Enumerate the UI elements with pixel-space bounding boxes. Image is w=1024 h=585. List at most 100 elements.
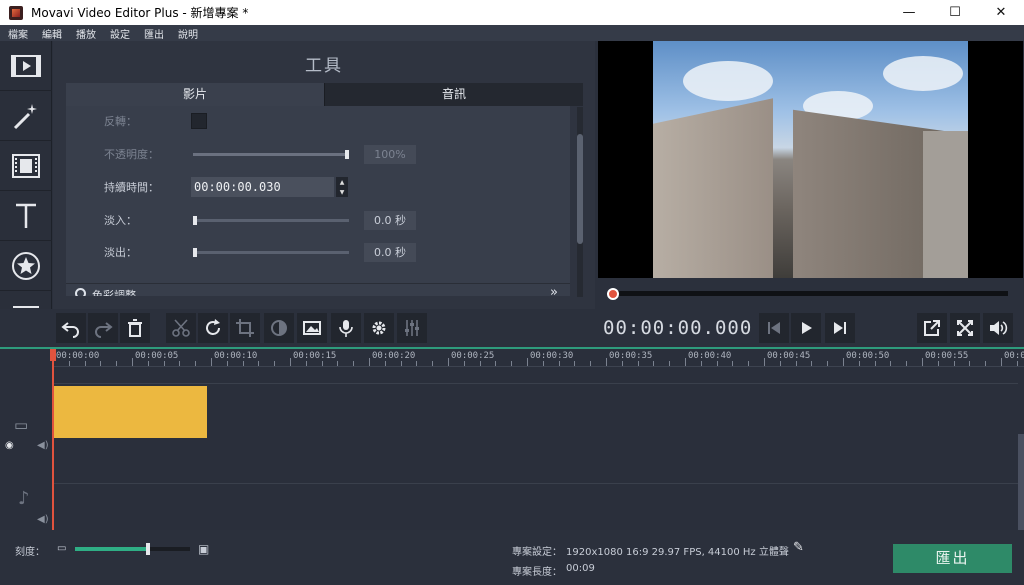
- export-button[interactable]: 匯出: [893, 544, 1012, 573]
- menu-playback[interactable]: 播放: [76, 26, 96, 41]
- menu-help[interactable]: 說明: [178, 26, 198, 41]
- opacity-slider[interactable]: [193, 149, 349, 159]
- titles-button[interactable]: [0, 191, 52, 241]
- edit-settings-pencil-icon[interactable]: ✎: [793, 540, 804, 555]
- next-frame-button[interactable]: [825, 313, 855, 343]
- fadeout-slider-knob[interactable]: [193, 247, 197, 257]
- rotate-icon: [206, 319, 220, 335]
- ruler-tick: [384, 361, 386, 366]
- fullscreen-button[interactable]: [950, 313, 980, 343]
- menu-edit[interactable]: 編輯: [42, 26, 62, 41]
- fadein-slider[interactable]: [193, 215, 349, 225]
- playhead-handle[interactable]: [50, 349, 56, 361]
- zoom-in-icon[interactable]: ▣: [198, 542, 209, 556]
- project-settings-value: 1920x1080 16:9 29.97 FPS, 44100 Hz 立體聲: [566, 547, 789, 558]
- ruler-tick: [621, 361, 623, 366]
- previous-frame-button[interactable]: [759, 313, 789, 343]
- ruler-tick: [479, 361, 481, 366]
- equalizer-button[interactable]: [397, 313, 427, 343]
- duration-input[interactable]: 00:00:00.030: [191, 177, 334, 197]
- clip-properties-button[interactable]: [364, 313, 394, 343]
- panel-scrollbar[interactable]: [577, 107, 583, 297]
- skip-forward-icon: [834, 322, 846, 334]
- edit-toolbar: 00:00:00.000: [0, 309, 1024, 347]
- eye-icon[interactable]: ◉: [5, 440, 14, 451]
- ruler-tick: [653, 361, 655, 366]
- timeline-scrollbar[interactable]: [1018, 434, 1024, 532]
- tools-tabs: 影片 音訊: [66, 83, 583, 106]
- filters-button[interactable]: [0, 91, 52, 141]
- track-speaker-icon[interactable]: ◀): [37, 440, 49, 451]
- audio-track[interactable]: [52, 484, 1018, 531]
- timeline: 00:00:00 00:00:05 00:00:10 00:00:15 00:00:20…: [0, 347, 1024, 532]
- fadein-slider-knob[interactable]: [193, 215, 197, 225]
- skip-back-icon: [768, 322, 780, 334]
- ruler-tick: [764, 358, 765, 366]
- import-button[interactable]: [0, 41, 52, 91]
- sticker-star-icon: [12, 251, 40, 280]
- menu-export[interactable]: 匯出: [144, 26, 164, 41]
- color-adjust-section[interactable]: 色彩調整 »: [66, 283, 570, 296]
- play-button[interactable]: [791, 313, 821, 343]
- preview-scrubber[interactable]: [598, 278, 1023, 309]
- reverse-row: 反轉：: [66, 110, 570, 132]
- ruler-tick-label: 00:00:40: [688, 351, 732, 361]
- timeline-ruler[interactable]: 00:00:00 00:00:05 00:00:10 00:00:15 00:00:20…: [52, 349, 1024, 367]
- playhead[interactable]: [52, 349, 54, 531]
- fadeout-value[interactable]: 0.0 秒: [364, 242, 416, 262]
- empty-track-header: [0, 367, 52, 383]
- spin-up-icon[interactable]: ▲: [340, 179, 345, 186]
- tab-video[interactable]: 影片: [66, 83, 324, 106]
- split-button[interactable]: [166, 313, 196, 343]
- opacity-label: 不透明度：: [104, 148, 159, 161]
- rotate-button[interactable]: [198, 313, 228, 343]
- duration-spinner[interactable]: ▲ ▼: [336, 177, 348, 197]
- panel-scrollbar-thumb[interactable]: [577, 134, 583, 244]
- tab-audio[interactable]: 音訊: [324, 83, 583, 106]
- maximize-button[interactable]: ☐: [932, 0, 978, 25]
- color-adjust-icon: [75, 288, 86, 296]
- image-icon: [303, 321, 321, 335]
- ruler-tick: [606, 358, 607, 366]
- close-button[interactable]: ✕: [978, 0, 1024, 25]
- trash-icon: [128, 319, 142, 337]
- popout-preview-button[interactable]: [917, 313, 947, 343]
- record-voice-button[interactable]: [331, 313, 361, 343]
- fadein-value[interactable]: 0.0 秒: [364, 210, 416, 230]
- ruler-tick: [732, 361, 734, 366]
- redo-button[interactable]: [88, 313, 118, 343]
- crop-button[interactable]: [230, 313, 260, 343]
- zoom-out-icon[interactable]: ▭: [57, 543, 66, 554]
- ruler-tick: [890, 361, 892, 366]
- expand-chevron-icon[interactable]: »: [550, 285, 558, 296]
- volume-button[interactable]: [983, 313, 1013, 343]
- equalizer-icon: [405, 320, 419, 336]
- ruler-tick: [305, 361, 307, 366]
- menu-file[interactable]: 檔案: [8, 26, 28, 41]
- opacity-slider-knob[interactable]: [345, 149, 349, 159]
- video-clip[interactable]: [54, 386, 207, 438]
- scrubber-knob[interactable]: [607, 288, 619, 300]
- fadeout-label: 淡出：: [104, 246, 137, 259]
- minimize-button[interactable]: —: [886, 0, 932, 25]
- zoom-slider-knob[interactable]: [146, 543, 151, 555]
- ruler-tick: [132, 358, 133, 366]
- undo-button[interactable]: [56, 313, 86, 343]
- delete-button[interactable]: [120, 313, 150, 343]
- transitions-button[interactable]: [0, 141, 52, 191]
- color-adjust-button[interactable]: [264, 313, 294, 343]
- title-track[interactable]: [52, 367, 1018, 384]
- reverse-checkbox[interactable]: [191, 113, 207, 129]
- ruler-tick: [858, 361, 860, 366]
- slideshow-button[interactable]: [297, 313, 327, 343]
- stickers-button[interactable]: [0, 241, 52, 291]
- spin-down-icon[interactable]: ▼: [340, 189, 345, 196]
- menu-settings[interactable]: 設定: [110, 26, 130, 41]
- ruler-tick-label: 00:01:0: [1004, 351, 1024, 361]
- scrubber-track[interactable]: [612, 291, 1008, 296]
- audio-track-speaker-icon[interactable]: ◀): [37, 514, 49, 525]
- zoom-slider[interactable]: [75, 543, 190, 555]
- fadeout-slider[interactable]: [193, 247, 349, 257]
- opacity-value[interactable]: 100%: [364, 144, 416, 164]
- ruler-tick: [843, 358, 844, 366]
